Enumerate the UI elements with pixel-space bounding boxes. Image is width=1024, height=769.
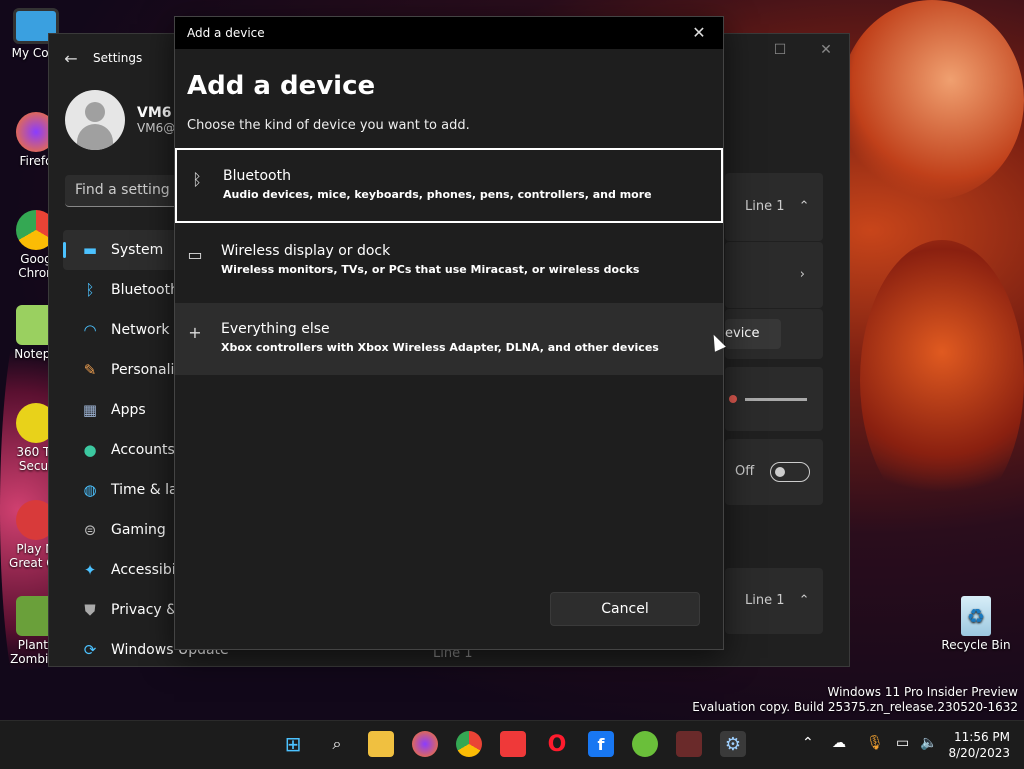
brush-icon: ✎ [83, 361, 97, 379]
nav-label: System [111, 242, 164, 258]
taskbar-clock[interactable]: 11:56 PM 8/20/2023 [948, 729, 1010, 761]
plus-icon: + [188, 323, 202, 342]
volume-card [725, 367, 823, 431]
desktop-icon-label: Recycle Bin [941, 638, 1011, 652]
option-description: Audio devices, mice, keyboards, phones, … [223, 188, 652, 201]
user-email: VM6@ [137, 121, 176, 135]
user-name: VM6 [137, 105, 172, 121]
close-icon[interactable]: ✕ [803, 42, 849, 58]
nav-label: Personaliz [111, 362, 182, 378]
toggle-switch[interactable] [770, 461, 811, 482]
chevron-right-icon: › [799, 267, 805, 282]
cloud-icon[interactable]: ☁ [832, 735, 846, 751]
option-bluetooth[interactable]: ᛒ Bluetooth Audio devices, mice, keyboar… [175, 148, 723, 223]
dialog-heading: Add a device [187, 71, 376, 101]
game-icon[interactable] [676, 731, 702, 757]
file-explorer-icon[interactable] [368, 731, 394, 757]
user-profile: VM6 VM6@ [65, 90, 175, 150]
option-title: Everything else [221, 321, 330, 337]
firefox-icon[interactable] [412, 731, 438, 757]
line-label: Line 1 [745, 199, 785, 214]
device-card-expanded[interactable]: Line 1 ⌃ [725, 173, 823, 241]
app-icon[interactable] [632, 731, 658, 757]
settings-title: Settings [93, 51, 143, 65]
close-icon[interactable]: ✕ [683, 21, 715, 45]
add-device-dialog: Add a device ✕ Add a device Choose the k… [174, 16, 724, 650]
opera-icon[interactable]: O [544, 731, 570, 757]
bluetooth-icon: ᛒ [85, 281, 95, 299]
shield-icon: ⛊ [84, 601, 96, 619]
wifi-icon: ◠ [83, 321, 97, 339]
chrome-icon[interactable] [456, 731, 482, 757]
watermark-line: Evaluation copy. Build 25375.zn_release.… [692, 700, 1018, 714]
option-title: Bluetooth [223, 168, 291, 184]
maximize-icon[interactable]: ☐ [757, 42, 803, 58]
volume-slider-thumb[interactable] [729, 395, 737, 403]
dialog-window-title: Add a device [187, 26, 265, 40]
monitor-icon: ▭ [187, 245, 203, 264]
vivaldi-icon[interactable] [500, 731, 526, 757]
nav-label: Bluetooth [111, 282, 179, 298]
system-icon: ▬ [82, 241, 98, 259]
network-icon[interactable]: ▭ [896, 735, 909, 751]
clock-date: 8/20/2023 [948, 746, 1010, 760]
watermark-line: Windows 11 Pro Insider Preview [827, 685, 1018, 699]
settings-gear-icon[interactable]: ⚙ [720, 731, 746, 757]
accounts-icon: ● [83, 441, 97, 459]
facebook-icon[interactable]: f [588, 731, 614, 757]
nav-label: Apps [111, 402, 146, 418]
apps-icon: ▦ [82, 401, 98, 419]
back-arrow-icon[interactable]: ← [49, 49, 93, 68]
option-everything-else[interactable]: + Everything else Xbox controllers with … [175, 303, 723, 375]
option-description: Xbox controllers with Xbox Wireless Adap… [221, 341, 659, 354]
volume-icon[interactable]: 🔈 [920, 735, 937, 751]
option-description: Wireless monitors, TVs, or PCs that use … [221, 263, 640, 276]
option-wireless-display[interactable]: ▭ Wireless display or dock Wireless moni… [175, 225, 723, 297]
line-label: Line 1 [745, 593, 785, 608]
dialog-subtitle: Choose the kind of device you want to ad… [187, 118, 470, 133]
clock-time: 11:56 PM [954, 730, 1010, 744]
microphone-icon[interactable]: 🎙 [866, 735, 884, 751]
add-device-button[interactable]: evice [725, 319, 781, 349]
device-card[interactable]: › [725, 242, 823, 308]
gamepad-icon: ⊜ [83, 521, 97, 539]
start-windows-icon[interactable]: ⊞ [280, 731, 306, 757]
toggle-card: Off [725, 439, 823, 505]
dialog-titlebar: Add a device [175, 17, 723, 49]
recycle-bin-icon: ♻ [961, 596, 991, 636]
add-device-card: evice [725, 309, 823, 359]
toggle-label: Off [735, 464, 755, 479]
update-icon: ⟳ [83, 641, 97, 659]
search-icon[interactable]: ⌕ [324, 731, 350, 757]
chevron-up-icon: ⌃ [798, 199, 810, 214]
wallpaper-decoration [840, 0, 1024, 200]
build-watermark: Windows 11 Pro Insider Preview Evaluatio… [692, 685, 1018, 715]
volume-slider[interactable] [745, 398, 807, 401]
bluetooth-icon: ᛒ [192, 170, 202, 189]
chevron-up-icon: ⌃ [798, 593, 810, 608]
nav-label: Gaming [111, 522, 166, 538]
device-card-expanded-2[interactable]: Line 1 ⌃ [725, 568, 823, 634]
wallpaper-decoration [860, 240, 1024, 520]
desktop-icon-recycle-bin[interactable]: ♻ Recycle Bin [938, 596, 1014, 652]
avatar [65, 90, 125, 150]
accessibility-icon: ✦ [83, 561, 97, 579]
chevron-up-icon[interactable]: ⌃ [802, 735, 814, 751]
option-title: Wireless display or dock [221, 243, 391, 259]
globe-clock-icon: ◍ [83, 481, 97, 499]
taskbar: ⊞ ⌕ O f ⚙ ⌃ ☁ 🎙 ▭ 🔈 11:56 PM 8/20/2023 [0, 720, 1024, 769]
nav-label: Accounts [111, 442, 175, 458]
cancel-button[interactable]: Cancel [550, 592, 700, 626]
